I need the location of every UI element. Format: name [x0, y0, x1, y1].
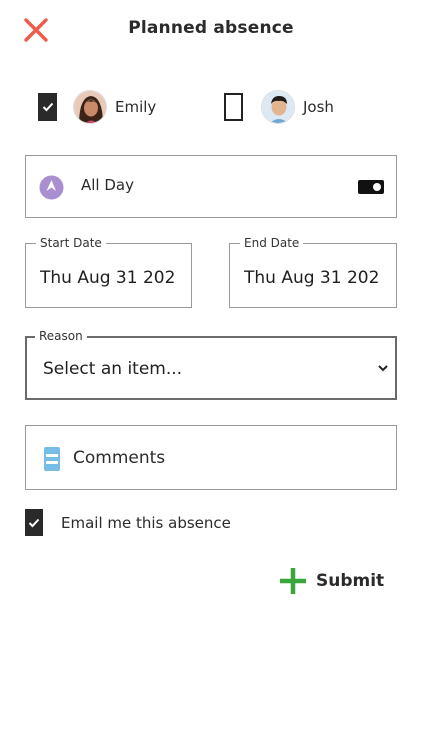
- reason-legend: Reason: [35, 328, 87, 344]
- start-date-field[interactable]: Start Date Thu Aug 31 202: [25, 235, 192, 308]
- emily-name: Emily: [115, 98, 157, 116]
- all-day-row: All Day: [25, 155, 397, 218]
- chevron-down-icon[interactable]: [377, 363, 389, 373]
- submit-button[interactable]: Submit: [280, 567, 384, 595]
- email-label: Email me this absence: [61, 513, 231, 532]
- reason-select[interactable]: Reason Select an item...: [25, 328, 397, 400]
- submit-label: Submit: [316, 571, 385, 591]
- end-date-value[interactable]: Thu Aug 31 202: [244, 268, 396, 288]
- emily-avatar: [73, 90, 107, 124]
- page-title: Planned absence: [128, 18, 294, 38]
- email-option[interactable]: Email me this absence: [25, 509, 231, 536]
- josh-avatar: [261, 90, 295, 124]
- comment-icon: [44, 447, 60, 471]
- end-date-field[interactable]: End Date Thu Aug 31 202: [229, 235, 397, 308]
- email-checkbox[interactable]: [25, 509, 43, 536]
- plus-icon: [280, 568, 306, 594]
- checkmark-icon: [42, 102, 53, 112]
- comments-placeholder: Comments: [73, 448, 166, 468]
- all-day-toggle[interactable]: [358, 180, 384, 194]
- reason-selected-value[interactable]: Select an item...: [43, 359, 182, 379]
- emily-checkbox[interactable]: [38, 93, 57, 121]
- all-day-label: All Day: [81, 176, 134, 194]
- start-date-value[interactable]: Thu Aug 31 202: [40, 268, 191, 288]
- comments-field[interactable]: Comments: [25, 425, 397, 490]
- member-josh[interactable]: Josh: [224, 88, 334, 126]
- end-date-legend: End Date: [240, 235, 304, 251]
- josh-checkbox[interactable]: [224, 93, 243, 121]
- member-emily[interactable]: Emily: [38, 88, 156, 126]
- checkmark-icon: [28, 518, 40, 527]
- josh-name: Josh: [303, 98, 334, 116]
- start-date-legend: Start Date: [36, 235, 106, 251]
- clock-icon: [39, 175, 64, 200]
